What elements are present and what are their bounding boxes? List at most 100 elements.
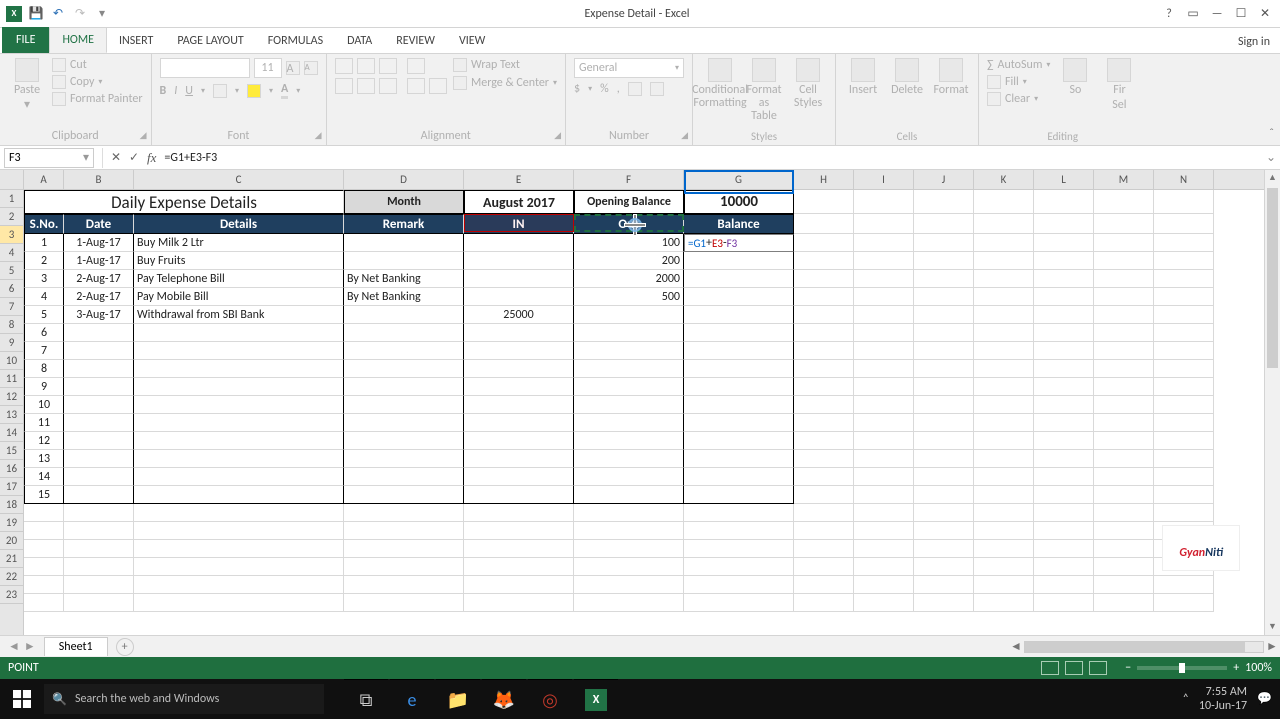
cell-E4[interactable] [464,252,574,270]
tab-formulas[interactable]: FORMULAS [256,29,335,53]
cell-F20[interactable] [574,540,684,558]
paste-button[interactable]: Paste▾ [8,58,46,127]
bold-button[interactable]: B [160,84,167,98]
cell-B23[interactable] [64,594,134,612]
cell-B17[interactable] [64,486,134,504]
worksheet[interactable]: 1234567891011121314151617181920212223 AB… [0,170,1280,635]
cell-A17[interactable]: 15 [24,486,64,504]
row-header-5[interactable]: 5 [0,262,23,280]
cell-J6[interactable] [914,288,974,306]
zoom-slider[interactable] [1137,666,1227,670]
cell-J7[interactable] [914,306,974,324]
cell-J13[interactable] [914,414,974,432]
cell-H5[interactable] [794,270,854,288]
cell-L4[interactable] [1034,252,1094,270]
align-middle-icon[interactable] [357,58,375,74]
save-icon[interactable]: 💾 [28,6,44,22]
cell-F18[interactable] [574,504,684,522]
cell-N7[interactable] [1154,306,1214,324]
cell-K5[interactable] [974,270,1034,288]
cell-A20[interactable] [24,540,64,558]
cell-G21[interactable] [684,558,794,576]
cell-N15[interactable] [1154,450,1214,468]
cell-G18[interactable] [684,504,794,522]
cell-N12[interactable] [1154,396,1214,414]
cell-D14[interactable] [344,432,464,450]
cell-M23[interactable] [1094,594,1154,612]
col-header-G[interactable]: G [684,170,794,189]
row-header-18[interactable]: 18 [0,496,23,514]
cell-N17[interactable] [1154,486,1214,504]
cell-B13[interactable] [64,414,134,432]
cell-J1[interactable] [914,190,974,214]
accounting-format-icon[interactable]: $ [574,82,580,96]
cell-C5[interactable]: Pay Telephone Bill [134,270,344,288]
cell-J8[interactable] [914,324,974,342]
decrease-indent-icon[interactable] [407,78,425,94]
hscroll-left-icon[interactable]: ◄ [1008,639,1024,654]
cell-M15[interactable] [1094,450,1154,468]
col-header-H[interactable]: H [794,170,854,189]
cell-K15[interactable] [974,450,1034,468]
cell-H17[interactable] [794,486,854,504]
cell-H21[interactable] [794,558,854,576]
cell-K12[interactable] [974,396,1034,414]
cell-C10[interactable] [134,360,344,378]
cell-K13[interactable] [974,414,1034,432]
firefox-icon[interactable]: 🦊 [482,679,526,719]
cell-M13[interactable] [1094,414,1154,432]
col-header-C[interactable]: C [134,170,344,189]
cell-N11[interactable] [1154,378,1214,396]
cell-B9[interactable] [64,342,134,360]
cell-F23[interactable] [574,594,684,612]
wrap-text-button[interactable]: Wrap Text [453,58,557,72]
cell-I1[interactable] [854,190,914,214]
formula-input[interactable] [160,148,1266,168]
cell-E10[interactable] [464,360,574,378]
scroll-up-icon[interactable]: ▲ [1265,170,1280,186]
cell-B14[interactable] [64,432,134,450]
col-header-D[interactable]: D [344,170,464,189]
cell-I19[interactable] [854,522,914,540]
edge-icon[interactable]: e [390,679,434,719]
zoom-in-icon[interactable]: + [1233,661,1239,675]
cell-K19[interactable] [974,522,1034,540]
fx-icon[interactable]: fx [143,150,160,166]
row-header-6[interactable]: 6 [0,280,23,298]
cell-J19[interactable] [914,522,974,540]
tab-view[interactable]: VIEW [447,29,497,53]
header-G[interactable]: Balance [684,214,794,234]
task-view-icon[interactable]: ⧉ [344,679,388,719]
cancel-formula-icon[interactable]: ✕ [107,149,125,167]
cell-E20[interactable] [464,540,574,558]
insert-cells-button[interactable]: Insert [844,58,882,128]
cell-G5[interactable] [684,270,794,288]
cell-I17[interactable] [854,486,914,504]
tab-nav-prev-icon[interactable]: ◄ [8,639,20,654]
row-header-7[interactable]: 7 [0,298,23,316]
cell-F19[interactable] [574,522,684,540]
cell-G11[interactable] [684,378,794,396]
cell-D3[interactable] [344,234,464,252]
cell-G6[interactable] [684,288,794,306]
cell-G17[interactable] [684,486,794,504]
cell-G7[interactable] [684,306,794,324]
cell-K3[interactable] [974,234,1034,252]
cell-N14[interactable] [1154,432,1214,450]
cell-F4[interactable]: 200 [574,252,684,270]
hscroll-right-icon[interactable]: ► [1264,639,1280,654]
cell-C11[interactable] [134,378,344,396]
cell-M10[interactable] [1094,360,1154,378]
row-header-8[interactable]: 8 [0,316,23,334]
cell-F5[interactable]: 2000 [574,270,684,288]
underline-button[interactable]: U [185,84,193,98]
cell-C21[interactable] [134,558,344,576]
notifications-icon[interactable]: 💬 [1257,692,1272,706]
fill-color-button[interactable] [247,84,261,98]
cell-C9[interactable] [134,342,344,360]
cell-D5[interactable]: By Net Banking [344,270,464,288]
cell-M18[interactable] [1094,504,1154,522]
cell-L15[interactable] [1034,450,1094,468]
cell-month-label[interactable]: Month [344,190,464,214]
cell-I10[interactable] [854,360,914,378]
